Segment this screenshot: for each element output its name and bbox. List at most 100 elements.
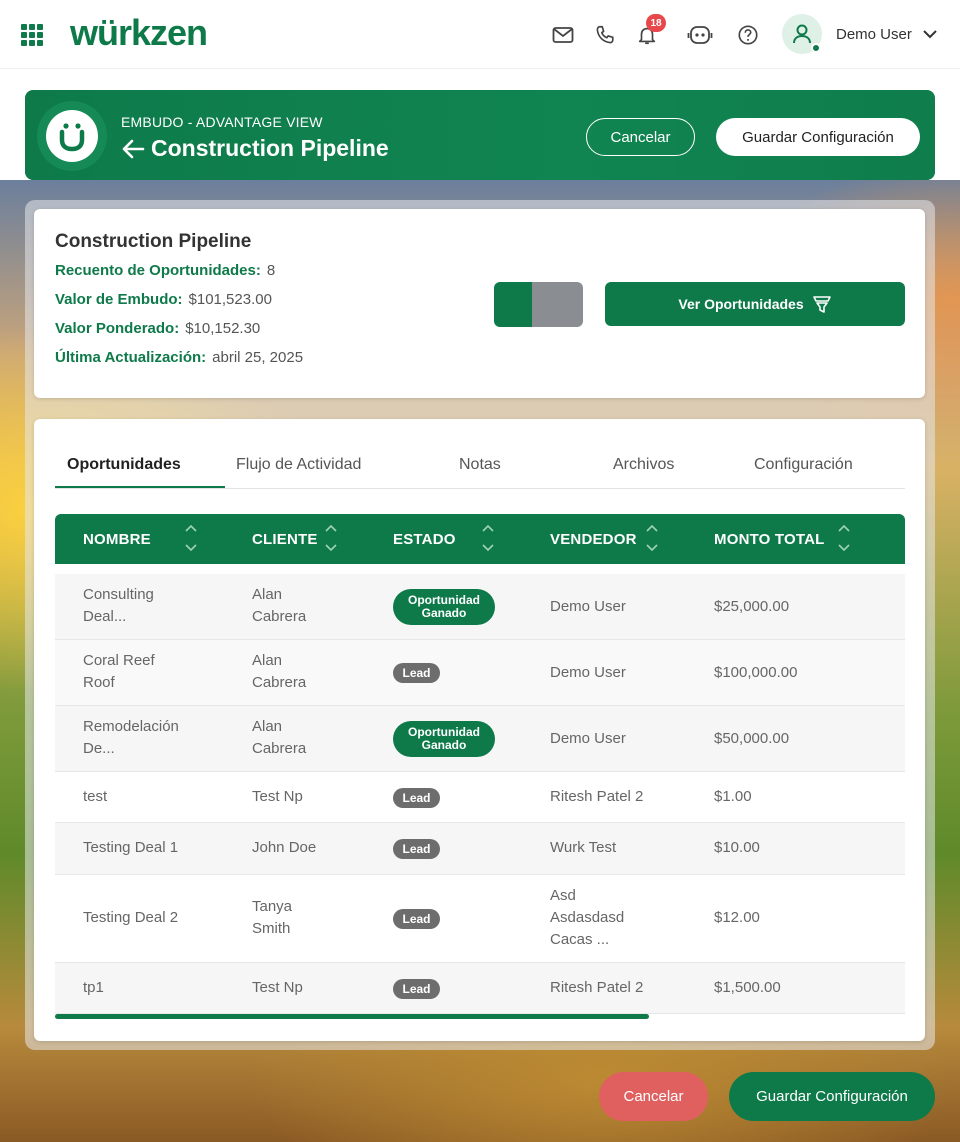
cell-total: $12.00 (714, 909, 760, 926)
cell-total: $25,000.00 (714, 598, 790, 615)
view-toggle[interactable] (494, 282, 583, 327)
breadcrumb: EMBUDO - ADVANTAGE VIEW (121, 114, 323, 130)
tab-activity-stream[interactable]: Flujo de Actividad (236, 456, 361, 474)
stat-value: $10,152.30 (185, 320, 261, 337)
table-row[interactable]: tp1 Test Np Lead Ritesh Patel 2 $1,500.0… (55, 963, 905, 1014)
stat-weighted-value: Valor Ponderado: $10,152.30 (55, 320, 260, 337)
horizontal-scrollbar[interactable] (55, 1014, 649, 1019)
pipeline-summary-card: Construction Pipeline Recuento de Oportu… (34, 209, 925, 398)
brand-logo-icon (37, 101, 107, 171)
column-header-name[interactable]: NOMBRE (83, 531, 151, 548)
cell-name: test (83, 788, 108, 805)
status-badge: Oportunidad Ganado (393, 589, 495, 625)
cell-name: Consulting Deal... (83, 586, 154, 625)
view-opportunities-button[interactable]: Ver Oportunidades (605, 282, 905, 326)
phone-icon[interactable] (592, 22, 618, 48)
status-badge: Lead (393, 839, 440, 859)
status-badge: Lead (393, 663, 440, 683)
help-icon[interactable] (735, 22, 761, 48)
notification-count-badge: 18 (646, 14, 666, 32)
robot-icon[interactable] (687, 22, 713, 48)
footer-save-configuration-button[interactable]: Guardar Configuración (729, 1072, 935, 1121)
stat-label: Última Actualización: (55, 349, 207, 366)
stat-label: Recuento de Oportunidades: (55, 262, 261, 279)
stat-last-updated: Última Actualización: abril 25, 2025 (55, 349, 303, 366)
summary-title: Construction Pipeline (55, 231, 252, 252)
cell-total: $1,500.00 (714, 979, 781, 996)
view-toggle-off[interactable] (532, 282, 583, 327)
tab-notes[interactable]: Notas (459, 456, 501, 474)
status-badge: Lead (393, 788, 440, 808)
cell-client: John Doe (252, 839, 317, 856)
sort-icon[interactable] (837, 523, 851, 553)
cancel-button[interactable]: Cancelar (586, 118, 695, 156)
top-navigation-bar: würkzen 18 Demo User (0, 0, 960, 69)
tab-opportunities[interactable]: Oportunidades (67, 456, 181, 474)
cell-name: Remodelación De... (83, 718, 179, 757)
status-badge: Oportunidad Ganado (393, 721, 495, 757)
tab-configuration[interactable]: Configuración (754, 456, 853, 474)
column-header-total[interactable]: MONTO TOTAL (714, 531, 825, 548)
cell-seller: Wurk Test (550, 839, 617, 856)
page-header-banner: EMBUDO - ADVANTAGE VIEW Construction Pip… (25, 90, 935, 180)
mail-icon[interactable] (550, 22, 576, 48)
footer-cancel-button[interactable]: Cancelar (599, 1072, 708, 1121)
cell-client: Alan Cabrera (252, 652, 307, 691)
table-row[interactable]: test Test Np Lead Ritesh Patel 2 $1.00 (55, 772, 905, 823)
table-row[interactable]: Coral Reef Roof Alan Cabrera Lead Demo Use… (55, 640, 905, 706)
column-header-status[interactable]: ESTADO (393, 531, 456, 548)
page-title: Construction Pipeline (121, 135, 389, 162)
cell-seller: Asd Asdasdasd Cacas ... (550, 887, 625, 948)
cell-seller: Demo User (550, 598, 626, 615)
cell-client: Alan Cabrera (252, 718, 307, 757)
stat-value: $101,523.00 (188, 291, 272, 308)
status-badge: Lead (393, 909, 440, 929)
cell-client: Tanya Smith (252, 898, 293, 937)
sort-icon[interactable] (645, 523, 659, 553)
cell-name: tp1 (83, 979, 104, 996)
user-name[interactable]: Demo User (836, 26, 912, 43)
save-configuration-button[interactable]: Guardar Configuración (716, 118, 920, 156)
chevron-down-icon[interactable] (922, 26, 938, 47)
avatar[interactable] (782, 14, 822, 54)
tab-bar: Oportunidades Flujo de Actividad Notas A… (55, 439, 905, 489)
cell-total: $1.00 (714, 788, 752, 805)
sort-icon[interactable] (324, 523, 338, 553)
cell-client: Test Np (252, 788, 303, 805)
stat-label: Valor Ponderado: (55, 320, 180, 337)
sort-icon[interactable] (184, 523, 198, 553)
apps-grid-icon[interactable] (21, 24, 43, 46)
cell-total: $50,000.00 (714, 730, 790, 747)
sort-icon[interactable] (481, 523, 495, 553)
stat-value: 8 (266, 262, 276, 279)
view-opportunities-label: Ver Oportunidades (678, 296, 804, 312)
cell-client: Alan Cabrera (252, 586, 307, 625)
table-row[interactable]: Remodelación De... Alan Cabrera Oportunida… (55, 706, 905, 772)
cell-name: Testing Deal 2 (83, 909, 179, 926)
cell-seller: Ritesh Patel 2 (550, 788, 644, 805)
cell-name: Testing Deal 1 (83, 839, 179, 856)
table-row[interactable]: Testing Deal 1 John Doe Lead Wurk Test $… (55, 823, 905, 875)
stat-pipeline-value: Valor de Embudo: $101,523.00 (55, 291, 272, 308)
tab-files[interactable]: Archivos (613, 456, 674, 474)
active-tab-indicator (55, 486, 225, 488)
cell-name: Coral Reef Roof (83, 652, 155, 691)
user-icon (793, 24, 811, 44)
app-logo[interactable]: würkzen (70, 12, 208, 54)
cell-seller: Demo User (550, 664, 626, 681)
stat-label: Valor de Embudo: (55, 291, 183, 308)
table-row[interactable]: Testing Deal 2 Tanya Smith Lead Asd Asdasd… (55, 875, 905, 963)
table-row[interactable]: Consulting Deal... Alan Cabrera Oportunida… (55, 574, 905, 640)
filter-icon (812, 296, 831, 313)
page-title-text: Construction Pipeline (151, 135, 389, 161)
status-badge: Lead (393, 979, 440, 999)
view-toggle-on[interactable] (494, 282, 532, 327)
stat-value: abril 25, 2025 (212, 349, 304, 366)
column-header-client[interactable]: CLIENTE (252, 531, 318, 548)
table-header: NOMBRE CLIENTE ESTADO VENDEDOR MONTO TOT… (55, 514, 905, 564)
online-status-dot (811, 43, 821, 53)
stat-opportunity-count: Recuento de Oportunidades: 8 (55, 262, 275, 279)
column-header-seller[interactable]: VENDEDOR (550, 531, 637, 548)
arrow-left-icon[interactable] (121, 138, 145, 160)
opportunities-card: Oportunidades Flujo de Actividad Notas A… (34, 419, 925, 1041)
